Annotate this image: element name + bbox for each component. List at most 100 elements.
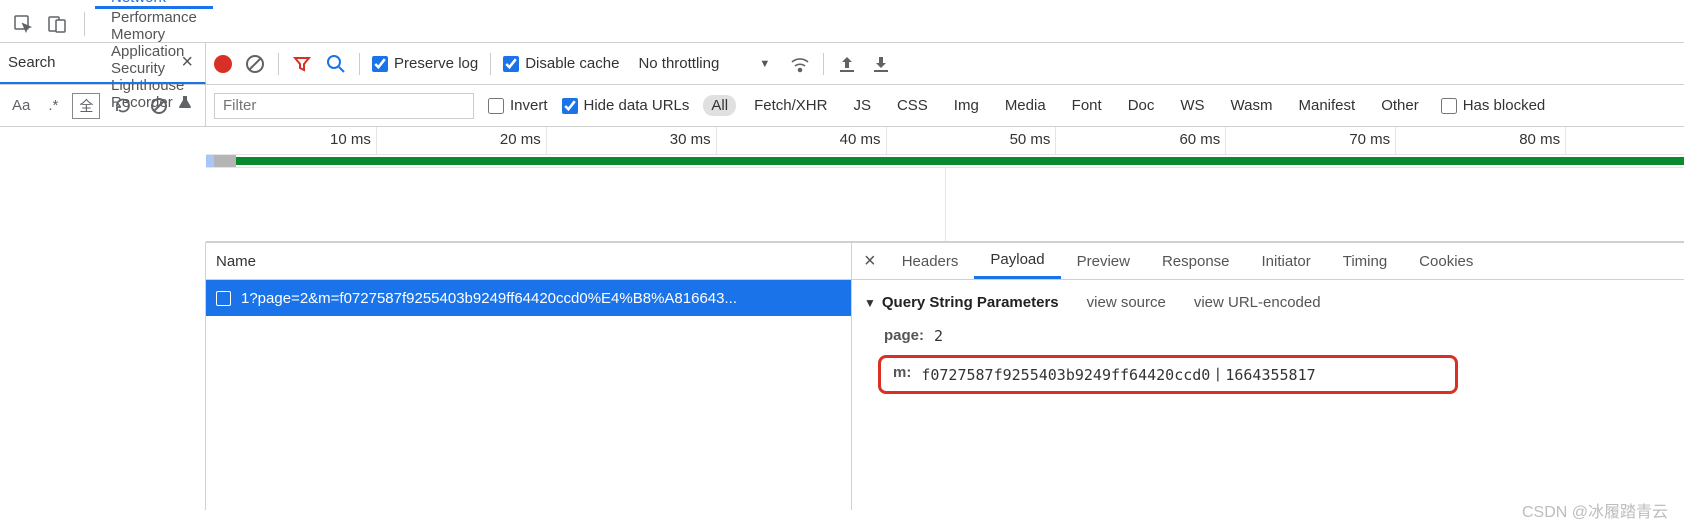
detail-tab-timing[interactable]: Timing [1327,243,1403,279]
type-filter-manifest[interactable]: Manifest [1291,95,1364,116]
request-list: Name 1?page=2&m=f0727587f9255403b9249ff6… [206,242,852,510]
timeline-ruler: 10 ms 20 ms 30 ms 40 ms 50 ms 60 ms 70 ms 80 ms [206,127,1684,155]
expand-triangle-icon[interactable]: ▼Query String Parameters [864,294,1059,311]
refresh-icon[interactable] [110,95,136,117]
request-name: 1?page=2&m=f0727587f9255403b9249ff64420c… [241,290,737,307]
type-filter-doc[interactable]: Doc [1120,95,1163,116]
clear-icon[interactable] [244,53,266,75]
type-filter-wasm[interactable]: Wasm [1223,95,1281,116]
timeline-tick: 40 ms [886,127,887,154]
search-label: Search [8,54,177,71]
timeline-empty [206,167,1684,241]
tick-label: 20 ms [500,131,541,148]
invert-input[interactable] [488,98,504,114]
match-case-toggle[interactable]: Aa [8,95,34,116]
param-row-page: page: 2 [864,323,1672,349]
preserve-log-checkbox[interactable]: Preserve log [372,55,478,72]
toolbar-row: Search × Preserve log Disable cache No t… [0,43,1684,85]
detail-tab-response[interactable]: Response [1146,243,1246,279]
detail-tab-preview[interactable]: Preview [1061,243,1146,279]
filter-row-container: Aa .* 全 Invert Hide data URLs All Fetch/X… [0,85,1684,127]
invert-checkbox[interactable]: Invert [488,97,548,114]
payload-panel: ▼Query String Parameters view source vie… [852,280,1684,408]
filter-icon[interactable] [291,53,313,75]
detail-tab-cookies[interactable]: Cookies [1403,243,1489,279]
tab-network[interactable]: Network [95,0,213,9]
detail-tab-headers[interactable]: Headers [886,243,975,279]
tick-label: 80 ms [1519,131,1560,148]
hide-data-urls-checkbox[interactable]: Hide data URLs [562,97,690,114]
preserve-log-label: Preserve log [394,55,478,72]
close-icon[interactable]: × [860,250,886,273]
separator [359,53,360,75]
disable-cache-checkbox[interactable]: Disable cache [503,55,619,72]
timeline-tick: 50 ms [1055,127,1056,154]
type-filter-font[interactable]: Font [1064,95,1110,116]
watermark: CSDN @冰履踏青云 [1522,498,1668,522]
type-filter-css[interactable]: CSS [889,95,936,116]
type-filter-other[interactable]: Other [1373,95,1427,116]
param-value: 2 [934,327,943,345]
tick-label: 50 ms [1010,131,1051,148]
timeline-tick: 30 ms [716,127,717,154]
disable-cache-input[interactable] [503,56,519,72]
separator [490,53,491,75]
timeline-tick: 80 ms [1565,127,1566,154]
clear-search-icon[interactable] [146,95,172,117]
throttling-select[interactable]: No throttling ▼ [631,54,777,73]
timeline-tick: 20 ms [546,127,547,154]
payload-section-header[interactable]: ▼Query String Parameters view source vie… [864,294,1672,311]
request-row[interactable]: 1?page=2&m=f0727587f9255403b9249ff64420c… [206,280,851,316]
close-icon[interactable]: × [177,51,197,74]
param-row-m: m: f0727587f9255403b9249ff64420ccd0丨1664… [878,355,1458,394]
detail-tab-initiator[interactable]: Initiator [1246,243,1327,279]
name-column-header[interactable]: Name [206,242,851,280]
type-filter-img[interactable]: Img [946,95,987,116]
type-filter-fetch-xhr[interactable]: Fetch/XHR [746,95,835,116]
type-filter-js[interactable]: JS [845,95,879,116]
hide-data-input[interactable] [562,98,578,114]
detail-tab-payload[interactable]: Payload [974,243,1060,279]
search-pane-header: Search × [0,43,206,84]
regex-toggle[interactable]: .* [44,95,62,116]
timeline-tick: 10 ms [376,127,377,154]
timeline-tick: 60 ms [1225,127,1226,154]
timeline-tick: 70 ms [1395,127,1396,154]
separator [823,53,824,75]
type-filter-media[interactable]: Media [997,95,1054,116]
record-button[interactable] [214,55,232,73]
invert-label: Invert [510,97,548,114]
filter-input[interactable] [214,93,474,119]
tick-label: 70 ms [1349,131,1390,148]
cjk-toggle[interactable]: 全 [72,93,100,119]
timeline-overview[interactable]: 10 ms 20 ms 30 ms 40 ms 50 ms 60 ms 70 ms 80 ms [206,127,1684,242]
view-source-link[interactable]: view source [1087,294,1166,311]
request-detail-pane: × HeadersPayloadPreviewResponseInitiator… [852,242,1684,510]
disable-cache-label: Disable cache [525,55,619,72]
download-icon[interactable] [870,53,892,75]
timeline-bars [206,155,1684,167]
chevron-down-icon: ▼ [759,58,770,70]
upload-icon[interactable] [836,53,858,75]
view-url-encoded-link[interactable]: view URL-encoded [1194,294,1321,311]
preserve-log-input[interactable] [372,56,388,72]
search-icon[interactable] [325,53,347,75]
device-toolbar-icon[interactable] [40,7,74,41]
has-blocked-input[interactable] [1441,98,1457,114]
inspect-element-icon[interactable] [6,7,40,41]
row-checkbox-icon[interactable] [216,291,231,306]
tab-performance[interactable]: Performance [95,9,213,26]
network-conditions-icon[interactable] [789,53,811,75]
network-toolbar: Preserve log Disable cache No throttling… [206,43,1684,84]
tick-label: 40 ms [840,131,881,148]
search-results-pane [0,242,206,510]
tab-memory[interactable]: Memory [95,26,213,43]
section-title: Query String Parameters [882,294,1059,311]
param-key: m: [893,364,911,385]
has-blocked-label: Has blocked [1463,97,1546,114]
type-filter-ws[interactable]: WS [1172,95,1212,116]
has-blocked-checkbox[interactable]: Has blocked [1441,97,1546,114]
separator [84,12,85,36]
type-filter-all[interactable]: All [703,95,736,116]
tick-label: 60 ms [1179,131,1220,148]
